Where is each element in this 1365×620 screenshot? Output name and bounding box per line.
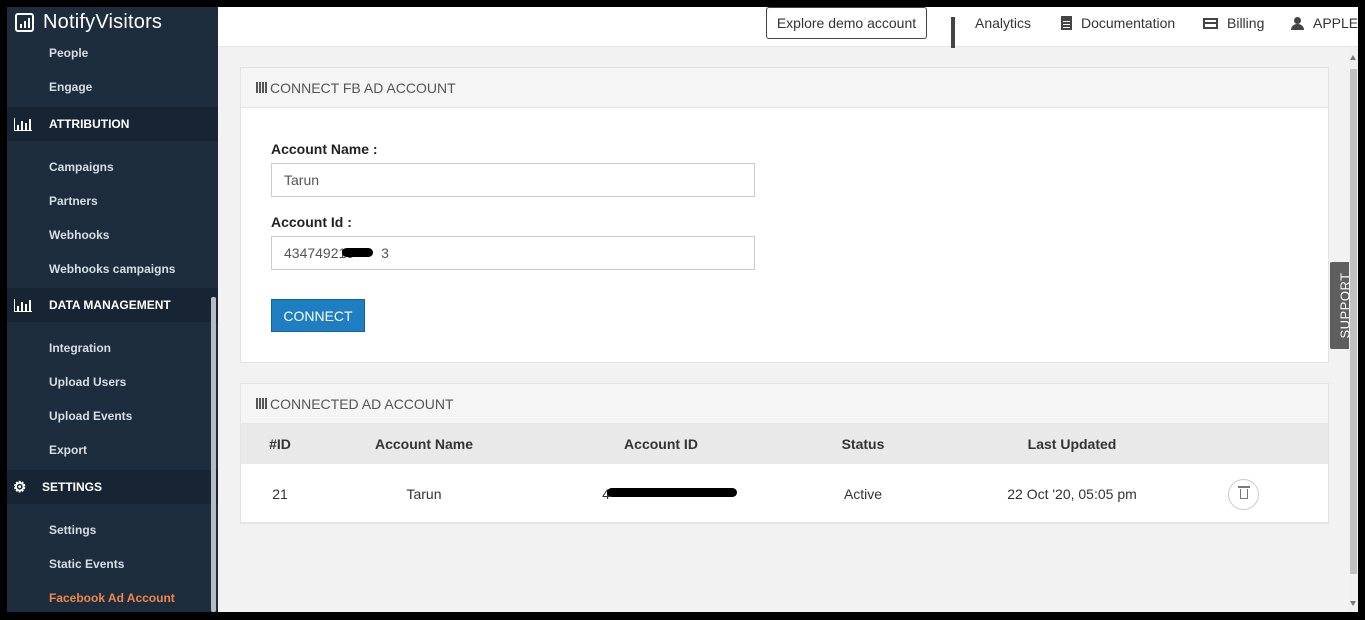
documentation-label: Documentation xyxy=(1081,15,1176,31)
document-icon xyxy=(1061,16,1072,30)
sidebar-item-facebook-ad-account[interactable]: Facebook Ad Account xyxy=(49,591,175,605)
scroll-down-icon[interactable] xyxy=(1350,601,1356,606)
brand[interactable]: NotifyVisitors xyxy=(7,7,218,37)
brand-name: NotifyVisitors xyxy=(43,10,163,33)
sidebar-item-webhooks-campaigns[interactable]: Webhooks campaigns xyxy=(49,262,175,276)
user-menu[interactable]: APPLE xyxy=(1291,15,1358,31)
column-id: #ID xyxy=(269,436,291,452)
grid-icon xyxy=(951,16,966,48)
cell-id: 21 xyxy=(272,486,288,502)
brand-logo-icon xyxy=(15,12,34,32)
sidebar-item-integration[interactable]: Integration xyxy=(49,341,111,355)
analytics-link[interactable]: Analytics xyxy=(951,15,1032,48)
account-id-suffix: 3 xyxy=(381,245,389,261)
analytics-label: Analytics xyxy=(975,15,1032,31)
billing-label: Billing xyxy=(1227,15,1265,31)
cell-last-updated: 22 Oct '20, 05:05 pm xyxy=(1007,486,1137,502)
user-icon xyxy=(1291,16,1304,30)
user-label: APPLE xyxy=(1313,15,1358,31)
bar-chart-icon xyxy=(14,118,32,131)
sidebar-item-upload-events[interactable]: Upload Events xyxy=(49,409,132,423)
section-label: ATTRIBUTION xyxy=(49,117,130,131)
section-label: SETTINGS xyxy=(42,480,103,494)
column-status: Status xyxy=(841,436,885,452)
page-scrollbar[interactable] xyxy=(1349,47,1358,612)
connect-button[interactable]: CONNECT xyxy=(271,299,365,332)
app-window: NotifyVisitors People Engage ATTRIBUTION… xyxy=(7,7,1358,612)
explore-demo-button[interactable]: Explore demo account xyxy=(766,7,927,39)
sidebar-section-attribution[interactable]: ATTRIBUTION xyxy=(7,107,218,141)
documentation-link[interactable]: Documentation xyxy=(1061,15,1175,31)
sidebar-item-export[interactable]: Export xyxy=(49,443,87,457)
sidebar-scrollbar[interactable] xyxy=(211,297,216,612)
account-id-label: Account Id : xyxy=(271,214,352,230)
sidebar-item-static-events[interactable]: Static Events xyxy=(49,557,124,571)
gear-icon: ⚙ xyxy=(13,479,27,496)
connected-ad-account-panel: CONNECTED AD ACCOUNT #ID Account Name Ac… xyxy=(240,383,1329,524)
sidebar-item-campaigns[interactable]: Campaigns xyxy=(49,160,114,174)
credit-card-icon xyxy=(1203,17,1218,29)
cell-status: Active xyxy=(843,486,883,502)
redaction-mark xyxy=(607,488,737,497)
column-account-name: Account Name xyxy=(374,436,474,452)
panel-header: CONNECT FB AD ACCOUNT xyxy=(241,68,1328,108)
panel-title: CONNECT FB AD ACCOUNT xyxy=(270,79,456,96)
redaction-mark xyxy=(342,248,373,257)
section-label: DATA MANAGEMENT xyxy=(49,298,171,312)
columns-icon xyxy=(256,398,267,409)
columns-icon xyxy=(256,82,267,93)
column-last-updated: Last Updated xyxy=(1027,436,1117,452)
sidebar-item-engage[interactable]: Engage xyxy=(49,80,92,94)
sidebar-section-settings[interactable]: ⚙ SETTINGS xyxy=(7,470,218,504)
panel-title: CONNECTED AD ACCOUNT xyxy=(270,395,454,412)
cell-account-name: Tarun xyxy=(406,486,442,502)
table-row: 21 Tarun 4 Active 22 Oct '20, 05:05 pm xyxy=(241,464,1328,523)
account-name-label: Account Name : xyxy=(271,141,378,157)
table-header: #ID Account Name Account ID Status Last … xyxy=(241,424,1328,464)
delete-button[interactable] xyxy=(1228,479,1259,510)
sidebar-item-webhooks[interactable]: Webhooks xyxy=(49,228,109,242)
panel-header: CONNECTED AD ACCOUNT xyxy=(241,384,1328,424)
sidebar-item-upload-users[interactable]: Upload Users xyxy=(49,375,126,389)
scroll-up-icon[interactable] xyxy=(1350,55,1356,60)
sidebar-section-data-management[interactable]: DATA MANAGEMENT xyxy=(7,288,218,322)
account-name-input[interactable] xyxy=(271,163,755,197)
column-account-id: Account ID xyxy=(624,436,698,452)
trash-icon xyxy=(1238,486,1250,499)
sidebar-item-settings[interactable]: Settings xyxy=(49,523,96,537)
bar-chart-icon xyxy=(14,299,32,312)
top-bar: Explore demo account Analytics Documenta… xyxy=(218,7,1358,48)
sidebar: NotifyVisitors People Engage ATTRIBUTION… xyxy=(7,7,218,612)
billing-link[interactable]: Billing xyxy=(1203,15,1264,31)
sidebar-item-people[interactable]: People xyxy=(49,46,88,60)
scroll-thumb[interactable] xyxy=(1350,69,1357,574)
connect-fb-ad-account-panel: CONNECT FB AD ACCOUNT Account Name : Acc… xyxy=(240,67,1329,363)
sidebar-item-partners[interactable]: Partners xyxy=(49,194,98,208)
